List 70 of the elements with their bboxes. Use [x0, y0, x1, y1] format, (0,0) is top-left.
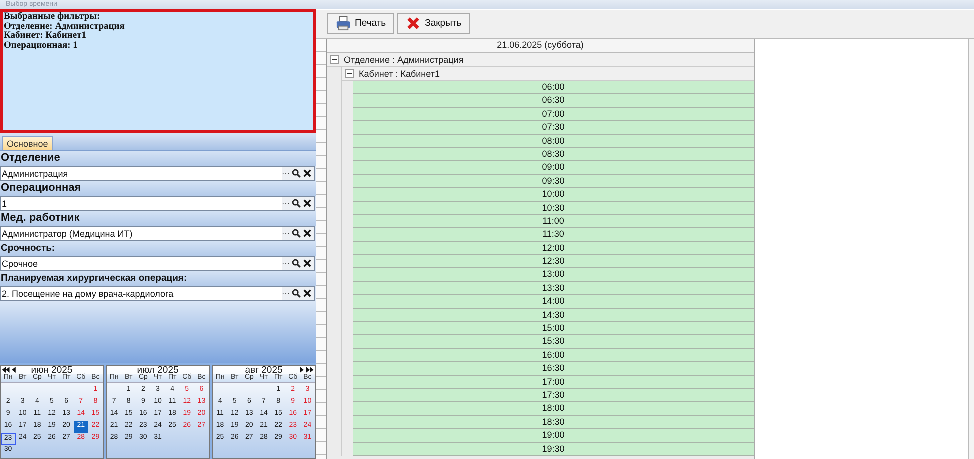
search-icon[interactable] — [292, 289, 301, 298]
summary-line: Отделение: Администрация — [4, 22, 126, 32]
more-button[interactable]: ··· — [282, 289, 290, 298]
scrollbar[interactable] — [968, 39, 974, 459]
time-slot[interactable]: 06:30 — [353, 94, 754, 108]
close-icon — [406, 16, 422, 31]
group-row-label: Кабинет : Кабинет1 — [359, 68, 440, 78]
lookup-field[interactable]: 1 ··· — [0, 196, 315, 211]
time-slot[interactable]: 18:00 — [353, 402, 754, 416]
clear-icon[interactable] — [303, 289, 312, 298]
time-slot[interactable]: 12:00 — [353, 242, 754, 256]
lookup-field[interactable]: Администратор (Медицина ИТ) ··· — [0, 226, 315, 241]
time-slot[interactable]: 09:00 — [353, 161, 754, 175]
time-slot[interactable]: 15:00 — [353, 322, 754, 336]
tab[interactable]: Основное — [2, 136, 54, 150]
time-slot[interactable]: 11:00 — [353, 214, 754, 228]
time-slot[interactable]: 15:30 — [353, 335, 754, 349]
time-slot[interactable]: 13:00 — [353, 268, 754, 282]
printer-icon — [336, 16, 351, 31]
search-icon[interactable] — [292, 259, 301, 268]
time-slot[interactable]: 17:00 — [353, 376, 754, 389]
search-icon[interactable] — [292, 169, 301, 178]
field-label: Мед. работник — [0, 211, 316, 226]
time-slot[interactable]: 07:00 — [353, 108, 754, 122]
close-button[interactable]: Закрыть — [397, 13, 470, 34]
time-slot[interactable]: 14:30 — [353, 308, 754, 322]
field-label: Операционная — [0, 181, 316, 196]
search-icon[interactable] — [292, 229, 301, 238]
time-slot[interactable]: 06:00 — [353, 81, 754, 94]
more-button[interactable]: ··· — [282, 229, 290, 238]
summary-line: Кабинет: Кабинет1 — [4, 32, 88, 42]
summary-line: Операционная: 1 — [4, 42, 79, 51]
more-button[interactable]: ··· — [282, 259, 290, 268]
collapse-icon[interactable] — [345, 69, 354, 78]
time-slot[interactable]: 11:30 — [353, 228, 754, 242]
field-label: Срочность: — [0, 241, 316, 256]
print-button[interactable]: Печать — [327, 13, 394, 34]
next-month-icon[interactable] — [300, 367, 304, 373]
lookup-field[interactable]: 2. Посещение на дому врача-кардиолога ··· — [0, 286, 315, 301]
collapse-icon[interactable] — [330, 55, 339, 64]
time-slot[interactable]: 14:00 — [353, 295, 754, 309]
time-slot[interactable]: 18:30 — [353, 416, 754, 430]
clear-icon[interactable] — [303, 259, 312, 268]
time-slot[interactable]: 08:30 — [353, 148, 754, 162]
time-slot[interactable]: 17:30 — [353, 388, 754, 402]
time-slot[interactable]: 16:00 — [353, 348, 754, 362]
time-slot[interactable]: 16:30 — [353, 362, 754, 376]
group-row-label: Отделение : Администрация — [344, 54, 464, 64]
clear-icon[interactable] — [303, 229, 312, 238]
date-column-header: 21.06.2025 (суббота) — [327, 39, 754, 53]
time-slot[interactable]: 19:30 — [353, 442, 754, 456]
more-button[interactable]: ··· — [282, 199, 290, 208]
lookup-field[interactable]: Администрация ··· — [0, 166, 315, 181]
lookup-field[interactable]: Срочное ··· — [0, 256, 315, 271]
field-label: Отделение — [0, 151, 316, 166]
time-slot[interactable]: 10:30 — [353, 202, 754, 215]
more-button[interactable]: ··· — [282, 169, 290, 178]
time-slot[interactable]: 13:30 — [353, 282, 754, 296]
time-slot[interactable]: 08:00 — [353, 134, 754, 148]
time-slot[interactable]: 07:30 — [353, 121, 754, 135]
field-label: Планируемая хирургическая операция: — [0, 271, 316, 286]
prev-month-icon[interactable] — [12, 367, 16, 373]
time-slot[interactable]: 09:30 — [353, 174, 754, 188]
summary-line: Выбранные фильтры: — [4, 13, 102, 22]
time-slot[interactable]: 10:00 — [353, 188, 754, 202]
search-icon[interactable] — [292, 199, 301, 208]
clear-icon[interactable] — [303, 199, 312, 208]
clear-icon[interactable] — [303, 169, 312, 178]
time-slot[interactable]: 12:30 — [353, 255, 754, 268]
time-slot[interactable]: 19:00 — [353, 429, 754, 443]
